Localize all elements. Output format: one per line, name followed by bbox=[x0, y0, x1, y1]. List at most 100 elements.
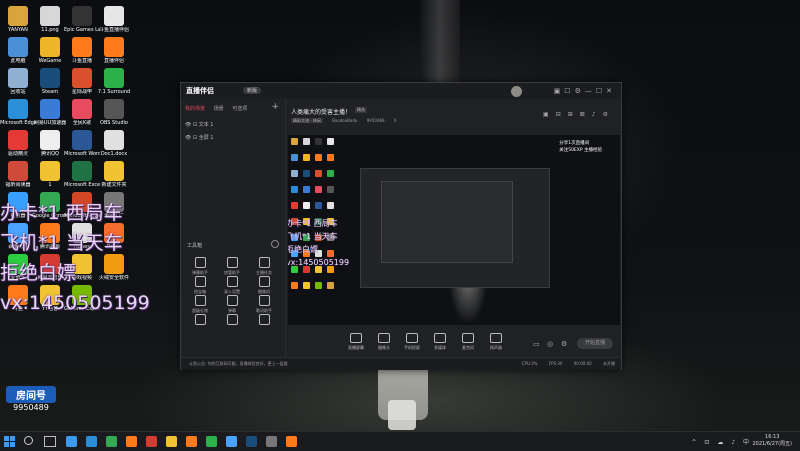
desktop-icon-label: YANYAN bbox=[8, 27, 28, 33]
search-icon[interactable] bbox=[24, 436, 33, 445]
desktop-icon[interactable]: 星际战甲 bbox=[64, 68, 100, 95]
desktop-icon[interactable]: 腾讯QQ bbox=[32, 130, 68, 157]
desktop-icon[interactable]: 驱动精灵 bbox=[0, 130, 36, 157]
taskbar-app-icon[interactable] bbox=[206, 436, 217, 447]
main-toolbar-icons[interactable]: ▣⊟⊞⊠♪⚙ bbox=[543, 111, 615, 118]
toolbox-item[interactable]: 弹幕助手 bbox=[185, 257, 215, 276]
desktop-icon-label: 斗鱼直播 bbox=[71, 58, 92, 64]
taskbar-app-icon[interactable] bbox=[266, 436, 277, 447]
source-item[interactable]: 👁 ⊡ 全屏 1 bbox=[185, 134, 214, 141]
record-icon[interactable]: ▭ bbox=[533, 340, 540, 348]
desktop-icon[interactable]: YANYAN bbox=[0, 6, 36, 33]
window-controls[interactable]: ▣☐⚙—☐✕ bbox=[554, 87, 616, 95]
desktop-icon[interactable]: Microsoft Edge bbox=[0, 99, 36, 126]
stream-preview[interactable]: 办卡*1 西局车 飞机*1 当天车 拒绝白嫖 vx:1450505199 分享1次直播… bbox=[288, 135, 620, 325]
control-button[interactable]: 手机投屏 bbox=[399, 333, 425, 351]
window-titlebar[interactable]: 直播伴侣 新版 ▣☐⚙—☐✕ bbox=[181, 83, 621, 99]
taskbar-app-icon[interactable] bbox=[246, 436, 257, 447]
taskbar-app-icon[interactable] bbox=[146, 436, 157, 447]
taskbar: ^ ⊡ ☁ ♪ 中 16:13 2021/6/27(周五) bbox=[0, 431, 800, 451]
toolbox-item[interactable]: 弹幕 bbox=[217, 295, 247, 314]
app-icon bbox=[104, 99, 124, 119]
preview-mini-icon bbox=[327, 154, 334, 161]
desktop-icon[interactable]: Doc1.docx bbox=[96, 130, 132, 157]
desktop-icon[interactable]: 斗鱼直播伴侣 bbox=[96, 6, 132, 33]
system-clock[interactable]: 16:13 2021/6/27(周五) bbox=[752, 434, 792, 448]
desktop-icon[interactable]: 直播伴侣 bbox=[96, 37, 132, 64]
app-icon bbox=[72, 130, 92, 150]
preview-mini-icon bbox=[291, 282, 298, 289]
taskbar-app-icon[interactable] bbox=[286, 436, 297, 447]
toolbox-item[interactable]: 歌词助手 bbox=[249, 295, 279, 314]
room-tag: 精选 bbox=[355, 107, 367, 113]
control-button[interactable]: 麦克风 bbox=[455, 333, 481, 351]
tab-options[interactable]: 可选项 bbox=[232, 106, 247, 112]
tool-icon bbox=[194, 257, 206, 268]
host-name: BoodooBadu bbox=[332, 118, 358, 123]
desktop-icon[interactable]: Microsoft Word 2010 bbox=[64, 130, 100, 157]
taskbar-app-icon[interactable] bbox=[186, 436, 197, 447]
app-icon bbox=[72, 6, 92, 26]
toolbox-item[interactable] bbox=[185, 314, 215, 327]
version-badge[interactable]: 新版 bbox=[243, 87, 262, 94]
follower-count: 0 bbox=[393, 118, 397, 123]
toolbox-item[interactable]: 房管助手 bbox=[217, 257, 247, 276]
eye-icon[interactable]: ◎ bbox=[547, 340, 553, 348]
desktop-icon[interactable]: 回收站 bbox=[0, 68, 36, 95]
source-item[interactable]: 👁 ⊡ 文本 1 bbox=[185, 121, 214, 128]
overlay-line: 拒绝白嫖 bbox=[288, 245, 318, 254]
taskbar-app-icon[interactable] bbox=[166, 436, 177, 447]
user-avatar[interactable] bbox=[511, 86, 522, 97]
tab-scene[interactable]: 场景 bbox=[214, 106, 224, 112]
taskbar-app-icon[interactable] bbox=[66, 436, 77, 447]
task-view-icon[interactable] bbox=[44, 436, 56, 447]
start-live-button[interactable]: 开始直播 bbox=[577, 338, 613, 349]
control-label: 直播屏幕 bbox=[348, 345, 364, 350]
add-source-icon[interactable]: + bbox=[271, 102, 279, 112]
windows-start-icon[interactable] bbox=[4, 436, 15, 447]
preview-mini-icon bbox=[303, 170, 310, 177]
taskbar-app-icon[interactable] bbox=[126, 436, 137, 447]
desktop-icon[interactable]: Microsoft Excel 2010 bbox=[64, 161, 100, 188]
app-icon bbox=[40, 99, 60, 119]
room-meta: 精彩交流 · 休闲 BoodooBadu 9950489 0 bbox=[291, 118, 404, 124]
toolbox-item[interactable] bbox=[217, 314, 247, 327]
toolbox-item[interactable]: 摄像机 bbox=[249, 276, 279, 295]
desktop-icon[interactable]: 全民K歌 bbox=[64, 99, 100, 126]
desktop-icon[interactable]: 11.png bbox=[32, 6, 68, 33]
desktop-icon[interactable]: Steam bbox=[32, 68, 68, 95]
desktop-icon[interactable]: 此电脑 bbox=[0, 37, 36, 64]
app-icon bbox=[104, 68, 124, 88]
desktop-icon[interactable]: 1 bbox=[32, 161, 68, 188]
taskbar-app-icon[interactable] bbox=[106, 436, 117, 447]
preview-mini-icon bbox=[303, 138, 310, 145]
desktop-icon[interactable]: 新建文件夹 bbox=[96, 161, 132, 188]
toolbox-item[interactable]: 抢宝箱 bbox=[185, 276, 215, 295]
desktop-icon[interactable]: OBS Studio bbox=[96, 99, 132, 126]
system-tray[interactable]: ^ ⊡ ☁ ♪ 中 bbox=[691, 437, 752, 446]
room-title[interactable]: 人类痛大的受害主播！ bbox=[291, 107, 351, 116]
taskbar-app-icon[interactable] bbox=[226, 436, 237, 447]
toolbox-item[interactable] bbox=[249, 314, 279, 327]
control-button[interactable]: 摄像头 bbox=[371, 333, 397, 351]
desktop-icon[interactable]: 7.1 Surround bbox=[96, 68, 132, 95]
desktop-icon[interactable]: 网易UU加速器 bbox=[32, 99, 68, 126]
desktop-icon[interactable]: WeGame bbox=[32, 37, 68, 64]
control-button[interactable]: 扬声器 bbox=[483, 333, 509, 351]
toolbox-collapse-icon[interactable] bbox=[271, 240, 279, 248]
toolbox-item[interactable]: 超级礼物 bbox=[185, 295, 215, 314]
control-button[interactable]: 多媒体 bbox=[427, 333, 453, 351]
app-icon bbox=[40, 37, 60, 57]
status-metrics: CPU:3% FPS:30 00:00:00 未开播 bbox=[512, 361, 615, 367]
live-assistant-window[interactable]: 直播伴侣 新版 ▣☐⚙—☐✕ 我的场景 场景 可选项 + 👁 ⊡ 文本 1 👁 … bbox=[180, 82, 622, 370]
desktop-icon[interactable]: Epic Games Launcher bbox=[64, 6, 100, 33]
desktop-icon[interactable]: 斗鱼直播 bbox=[64, 37, 100, 64]
room-category[interactable]: 精彩交流 · 休闲 bbox=[291, 118, 323, 123]
settings-gear-icon[interactable]: ⚙ bbox=[561, 340, 567, 348]
tab-my-scene[interactable]: 我的场景 bbox=[185, 106, 205, 112]
taskbar-app-icon[interactable] bbox=[86, 436, 97, 447]
desktop-icon[interactable]: 福昕阅读器 bbox=[0, 161, 36, 188]
control-button[interactable]: 直播屏幕 bbox=[343, 333, 369, 351]
toolbox-item[interactable]: 录入设置 bbox=[217, 276, 247, 295]
toolbox-item[interactable]: 主播任务 bbox=[249, 257, 279, 276]
